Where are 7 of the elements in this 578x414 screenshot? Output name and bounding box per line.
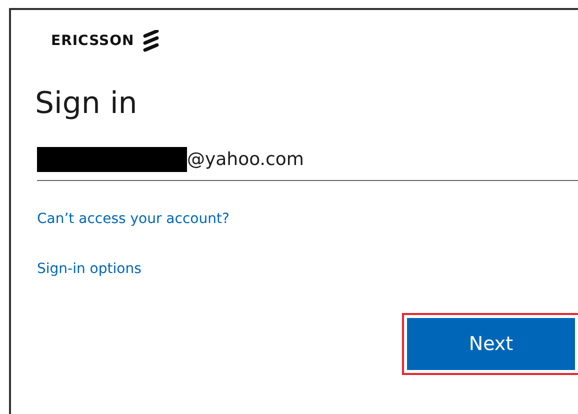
logo-text: ERICSSON xyxy=(51,33,134,49)
page-title: Sign in xyxy=(35,86,138,121)
logo-icon xyxy=(143,30,160,52)
email-field[interactable]: @yahoo.com xyxy=(187,149,487,170)
link[interactable]: Can’t access your account? xyxy=(37,211,230,227)
link[interactable]: Sign-in options xyxy=(37,261,142,277)
next-button[interactable]: Next xyxy=(407,318,575,370)
